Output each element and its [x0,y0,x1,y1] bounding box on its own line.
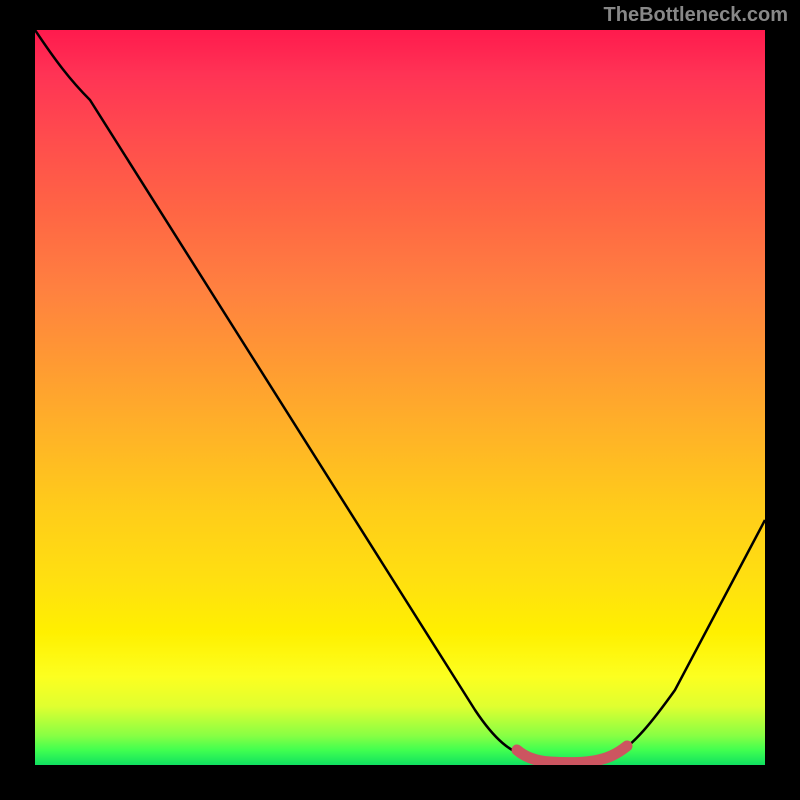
plot-area [35,30,765,765]
watermark-text: TheBottleneck.com [604,4,788,27]
optimal-range-highlight [517,746,627,763]
chart-container: TheBottleneck.com [0,0,800,800]
bottleneck-curve-line [35,30,765,763]
curve-svg [35,30,765,765]
